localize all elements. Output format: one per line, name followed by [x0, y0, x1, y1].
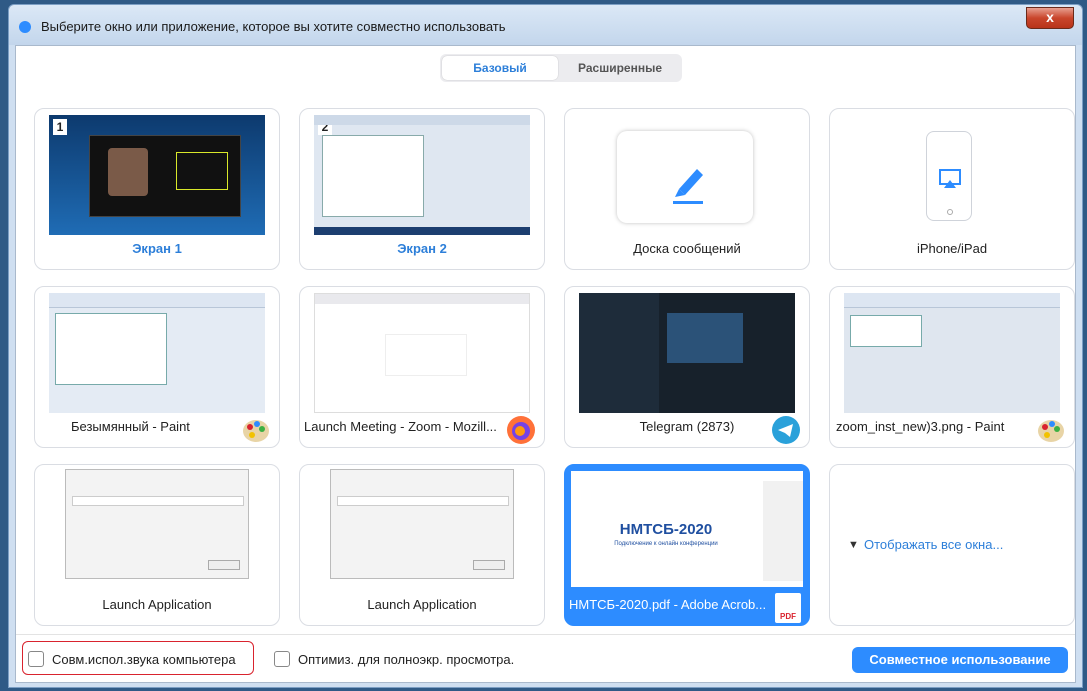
title-bar: Выберите окно или приложение, которое вы… — [9, 5, 1082, 45]
phone-thumbnail — [926, 131, 972, 221]
tile-screen-1[interactable]: 1 Экран 1 — [34, 108, 280, 270]
cancel-thumb — [208, 560, 240, 570]
share-sound-label: Совм.испол.звука компьютера — [52, 652, 236, 667]
share-sound-checkbox[interactable] — [28, 651, 44, 667]
tile-launch-application-2[interactable]: Launch Application — [299, 464, 545, 626]
screen-number: 1 — [53, 119, 67, 135]
zoom-meeting-window — [89, 135, 241, 217]
whiteboard-thumbnail — [617, 131, 753, 223]
paint-app-icon — [1038, 420, 1064, 442]
tile-paint-untitled[interactable]: Безымянный - Paint — [34, 286, 280, 448]
paint-thumbnail — [49, 293, 265, 413]
paint-app-icon — [243, 420, 269, 442]
airplay-icon — [939, 169, 961, 215]
pdf-thumbnail: HMTCБ-2020 Подключение к онлайн конферен… — [571, 471, 803, 587]
tile-label: Launch Meeting - Zoom - Mozill... — [304, 419, 497, 434]
screen-1-thumbnail: 1 — [49, 115, 265, 235]
window-title: Выберите окно или приложение, которое вы… — [41, 19, 506, 34]
tab-advanced[interactable]: Расширенные — [560, 56, 680, 80]
tile-pdf-acrobat[interactable]: HMTCБ-2020 Подключение к онлайн конферен… — [564, 464, 810, 626]
launch-app-thumbnail — [65, 469, 249, 579]
tile-label: iPhone/iPad — [916, 241, 988, 256]
launch-dialog — [385, 334, 467, 376]
expand-icon: ▼ — [848, 539, 859, 551]
optimize-checkbox[interactable] — [274, 651, 290, 667]
tile-screen-2[interactable]: 2 Экран 2 — [299, 108, 545, 270]
share-button[interactable]: Совместное использование — [852, 647, 1068, 673]
optimize-label: Оптимиз. для полноэкр. просмотра. — [298, 652, 515, 667]
tile-show-all-windows[interactable]: ▼ Отображать все окна... — [829, 464, 1075, 626]
browser-toolbar — [315, 294, 529, 304]
pdf-heading: HMTCБ-2020 — [619, 521, 713, 538]
tile-launch-application-1[interactable]: Launch Application — [34, 464, 280, 626]
paint-canvas — [850, 315, 922, 347]
canvas-window — [322, 135, 424, 217]
dialog-content: Базовый Расширенные 1 Экран 1 2 Экран 2 — [15, 45, 1076, 683]
cancel-thumb — [473, 560, 505, 570]
tile-telegram[interactable]: Telegram (2873) — [564, 286, 810, 448]
tab-basic[interactable]: Базовый — [442, 56, 558, 80]
paint-ribbon — [844, 293, 1060, 308]
firefox-thumbnail — [314, 293, 530, 413]
tile-label: НМТСБ-2020.pdf - Adobe Acrob... — [569, 597, 767, 612]
tab-bar: Базовый Расширенные — [440, 54, 682, 82]
active-speaker — [176, 152, 228, 190]
bottom-bar: Совм.испол.звука компьютера Оптимиз. для… — [16, 634, 1075, 683]
tile-label: Экран 1 — [132, 241, 182, 256]
share-dialog: Выберите окно или приложение, которое вы… — [8, 4, 1083, 688]
paint-thumbnail — [844, 293, 1060, 413]
paint-ribbon — [49, 293, 265, 308]
participant-video — [108, 148, 148, 196]
zoom-icon — [19, 21, 31, 33]
paint-canvas — [55, 313, 167, 385]
tile-label: Launch Application — [367, 597, 477, 612]
pdf-badge: PDF — [780, 612, 796, 621]
tile-iphone-ipad[interactable]: iPhone/iPad — [829, 108, 1075, 270]
path-field — [72, 496, 244, 506]
firefox-icon — [507, 416, 535, 444]
tile-whiteboard[interactable]: Доска сообщений — [564, 108, 810, 270]
pen-icon — [673, 169, 703, 204]
screen-2-thumbnail: 2 — [314, 115, 530, 235]
message-bubble — [667, 313, 743, 363]
tile-label: zoom_inst_new)3.png - Paint — [836, 419, 1005, 434]
tile-label: Безымянный - Paint — [71, 419, 190, 434]
tile-label: Launch Application — [102, 597, 212, 612]
pdf-icon: PDF — [775, 593, 801, 623]
telegram-icon — [772, 416, 800, 444]
chat-list — [579, 293, 659, 413]
tile-paint-zoom-inst[interactable]: zoom_inst_new)3.png - Paint — [829, 286, 1075, 448]
launch-app-thumbnail — [330, 469, 514, 579]
show-all-windows-link[interactable]: Отображать все окна... — [864, 537, 1003, 552]
path-field — [337, 496, 509, 506]
acrobat-sidebar — [763, 481, 803, 581]
telegram-thumbnail — [579, 293, 795, 413]
ribbon — [314, 115, 530, 125]
tile-label: Доска сообщений — [633, 241, 741, 256]
taskbar — [314, 227, 530, 235]
tile-label: Экран 2 — [397, 241, 447, 256]
close-button[interactable]: x — [1026, 7, 1074, 29]
pdf-subheading: Подключение к онлайн конференции — [614, 541, 718, 547]
tile-firefox-launch-meeting[interactable]: Launch Meeting - Zoom - Mozill... — [299, 286, 545, 448]
